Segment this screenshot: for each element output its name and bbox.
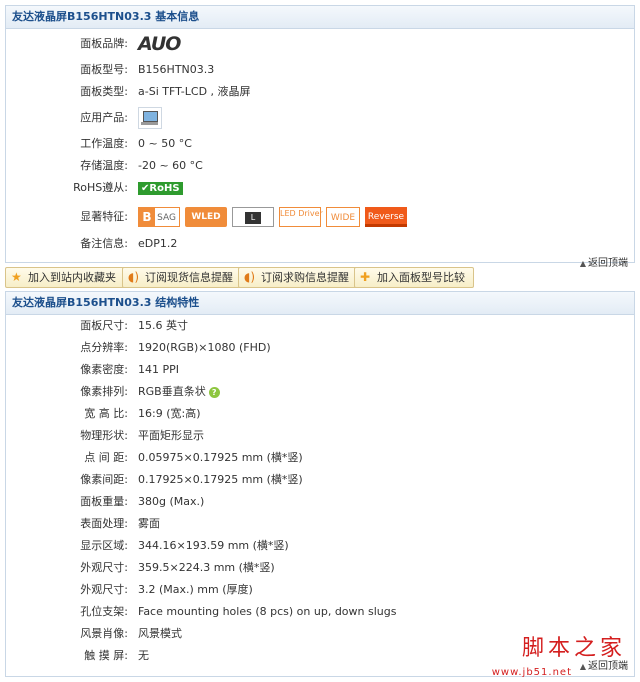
op-temp-value: 0 ~ 50 °C xyxy=(138,137,192,150)
spec-row: 像素间距: 0.17925×0.17925 mm (横*竖) xyxy=(6,469,634,491)
spec-value: 3.2 (Max.) mm (厚度) xyxy=(138,583,253,596)
spec-value: 0.17925×0.17925 mm (横*竖) xyxy=(138,473,303,486)
spec-row: 像素排列: RGB垂直条状? xyxy=(6,381,634,403)
spec-value: 16:9 (宽:高) xyxy=(138,407,201,420)
wide-badge: WIDE xyxy=(326,207,360,227)
rohs-label: RoHS遵从: xyxy=(73,181,128,194)
help-icon[interactable]: ? xyxy=(208,386,220,398)
spec-row: 外观尺寸: 3.2 (Max.) mm (厚度) xyxy=(6,579,634,601)
brand-logo: AUO xyxy=(138,33,181,55)
spec-value: 380g (Max.) xyxy=(138,495,205,508)
rohs-badge: ✔RoHS xyxy=(138,181,183,195)
remark-label: 备注信息: xyxy=(80,237,128,250)
spec-label: 物理形状: xyxy=(80,429,128,442)
watermark-url: www.jb51.net xyxy=(491,667,572,678)
spec-label: 面板重量: xyxy=(80,495,128,508)
add-compare-button[interactable]: ✚ 加入面板型号比较 xyxy=(354,267,474,288)
speaker-icon: ◖) xyxy=(128,270,140,284)
star-icon: ★ xyxy=(11,270,22,284)
op-temp-label: 工作温度: xyxy=(80,137,128,150)
type-label: 面板类型: xyxy=(80,85,128,98)
spec-row: 面板重量: 380g (Max.) xyxy=(6,491,634,513)
op-temp-row: 工作温度: 0 ~ 50 °C xyxy=(6,133,634,155)
storage-temp-value: -20 ~ 60 °C xyxy=(138,159,203,172)
spec-row: 表面处理: 雾面 xyxy=(6,513,634,535)
spec-value: 0.05975×0.17925 mm (横*竖) xyxy=(138,451,303,464)
spec-value: 15.6 英寸 xyxy=(138,319,188,332)
laptop-icon xyxy=(138,107,162,129)
subscribe-stock-button[interactable]: ◖) 订阅现货信息提醒 xyxy=(122,267,242,288)
watermark-text: 脚本之家 xyxy=(521,636,626,661)
remark-value: eDP1.2 xyxy=(138,237,178,250)
speaker-icon: ◖) xyxy=(244,270,256,284)
spec-row: 点分辨率: 1920(RGB)×1080 (FHD) xyxy=(6,337,634,359)
rohs-row: RoHS遵从: ✔RoHS xyxy=(6,177,634,199)
remark-row: 备注信息: eDP1.2 xyxy=(6,233,634,255)
spec-label: 孔位支架: xyxy=(80,605,128,618)
application-row: 应用产品: xyxy=(6,105,634,131)
up-triangle-icon: ▲ xyxy=(579,259,586,268)
application-value xyxy=(138,105,162,131)
spec-value: 359.5×224.3 mm (横*竖) xyxy=(138,561,275,574)
spec-label: 显示区域: xyxy=(80,539,128,552)
spec-label: 风景肖像: xyxy=(80,627,128,640)
features-row: 显著特征: B SAG WLED L LED Driver WIDE Reverse xyxy=(6,203,634,231)
model-row: 面板型号: B156HTN03.3 xyxy=(6,59,634,81)
back-top-link-1[interactable]: ▲ 返回顶端 xyxy=(580,255,628,273)
spec-value: 141 PPI xyxy=(138,363,180,376)
type-row: 面板类型: a-Si TFT-LCD , 液晶屏 xyxy=(6,81,634,103)
structure-panel: 友达液晶屏B156HTN03.3 结构特性 面板尺寸: 15.6 英寸 点分辨率:… xyxy=(5,291,635,677)
spec-label: 像素排列: xyxy=(80,385,128,398)
spec-row: 像素密度: 141 PPI xyxy=(6,359,634,381)
wled-badge: WLED xyxy=(185,207,227,227)
spec-value: Face mounting holes (8 pcs) on up, down … xyxy=(138,605,397,618)
storage-temp-label: 存储温度: xyxy=(80,159,128,172)
spec-label: 外观尺寸: xyxy=(80,561,128,574)
spec-label: 面板尺寸: xyxy=(80,319,128,332)
spec-label: 点分辨率: xyxy=(80,341,128,354)
spec-row: 显示区域: 344.16×193.59 mm (横*竖) xyxy=(6,535,634,557)
features-value: B SAG WLED L LED Driver WIDE Reverse xyxy=(138,203,412,231)
spec-label: 点 间 距: xyxy=(84,451,128,464)
add-favorite-button[interactable]: ★ 加入到站内收藏夹 xyxy=(5,267,125,288)
spec-row: 面板尺寸: 15.6 英寸 xyxy=(6,315,634,337)
plus-icon: ✚ xyxy=(360,270,371,284)
storage-temp-row: 存储温度: -20 ~ 60 °C xyxy=(6,155,634,177)
up-triangle-icon: ▲ xyxy=(579,662,586,671)
reverse-badge: Reverse xyxy=(365,207,407,227)
type-value: a-Si TFT-LCD , 液晶屏 xyxy=(138,85,251,98)
spec-value: 风景模式 xyxy=(138,627,182,640)
led-driver-badge: LED Driver xyxy=(279,207,323,227)
model-label: 面板型号: xyxy=(80,63,128,76)
sag-badge: B SAG xyxy=(138,207,180,227)
basic-info-title: 友达液晶屏B156HTN03.3 基本信息 xyxy=(6,6,634,29)
spec-label: 像素间距: xyxy=(80,473,128,486)
spec-label: 像素密度: xyxy=(80,363,128,376)
model-value: B156HTN03.3 xyxy=(138,63,215,76)
l-badge: L xyxy=(232,207,274,227)
spec-row: 外观尺寸: 359.5×224.3 mm (横*竖) xyxy=(6,557,634,579)
spec-row: 孔位支架: Face mounting holes (8 pcs) on up, … xyxy=(6,601,634,623)
brand-label: 面板品牌: xyxy=(80,37,128,50)
spec-value: 雾面 xyxy=(138,517,160,530)
spec-label: 外观尺寸: xyxy=(80,583,128,596)
spec-value: 平面矩形显示 xyxy=(138,429,204,442)
brand-row: 面板品牌: AUO xyxy=(6,31,634,57)
spec-label: 表面处理: xyxy=(80,517,128,530)
spec-row: 物理形状: 平面矩形显示 xyxy=(6,425,634,447)
spec-label: 宽 高 比: xyxy=(84,407,128,420)
subscribe-buy-button[interactable]: ◖) 订阅求购信息提醒 xyxy=(238,267,358,288)
spec-row: 点 间 距: 0.05975×0.17925 mm (横*竖) xyxy=(6,447,634,469)
spec-value: 344.16×193.59 mm (横*竖) xyxy=(138,539,289,552)
spec-row: 宽 高 比: 16:9 (宽:高) xyxy=(6,403,634,425)
features-label: 显著特征: xyxy=(80,210,128,223)
structure-title: 友达液晶屏B156HTN03.3 结构特性 xyxy=(6,292,634,315)
structure-rows: 面板尺寸: 15.6 英寸 点分辨率: 1920(RGB)×1080 (FHD) 像… xyxy=(6,315,634,667)
basic-info-panel: 友达液晶屏B156HTN03.3 基本信息 面板品牌: AUO 面板型号: B1… xyxy=(5,5,635,269)
spec-value: 1920(RGB)×1080 (FHD) xyxy=(138,341,271,354)
spec-value: RGB垂直条状? xyxy=(138,381,220,403)
rohs-value: ✔RoHS xyxy=(138,177,183,199)
application-label: 应用产品: xyxy=(80,111,128,124)
